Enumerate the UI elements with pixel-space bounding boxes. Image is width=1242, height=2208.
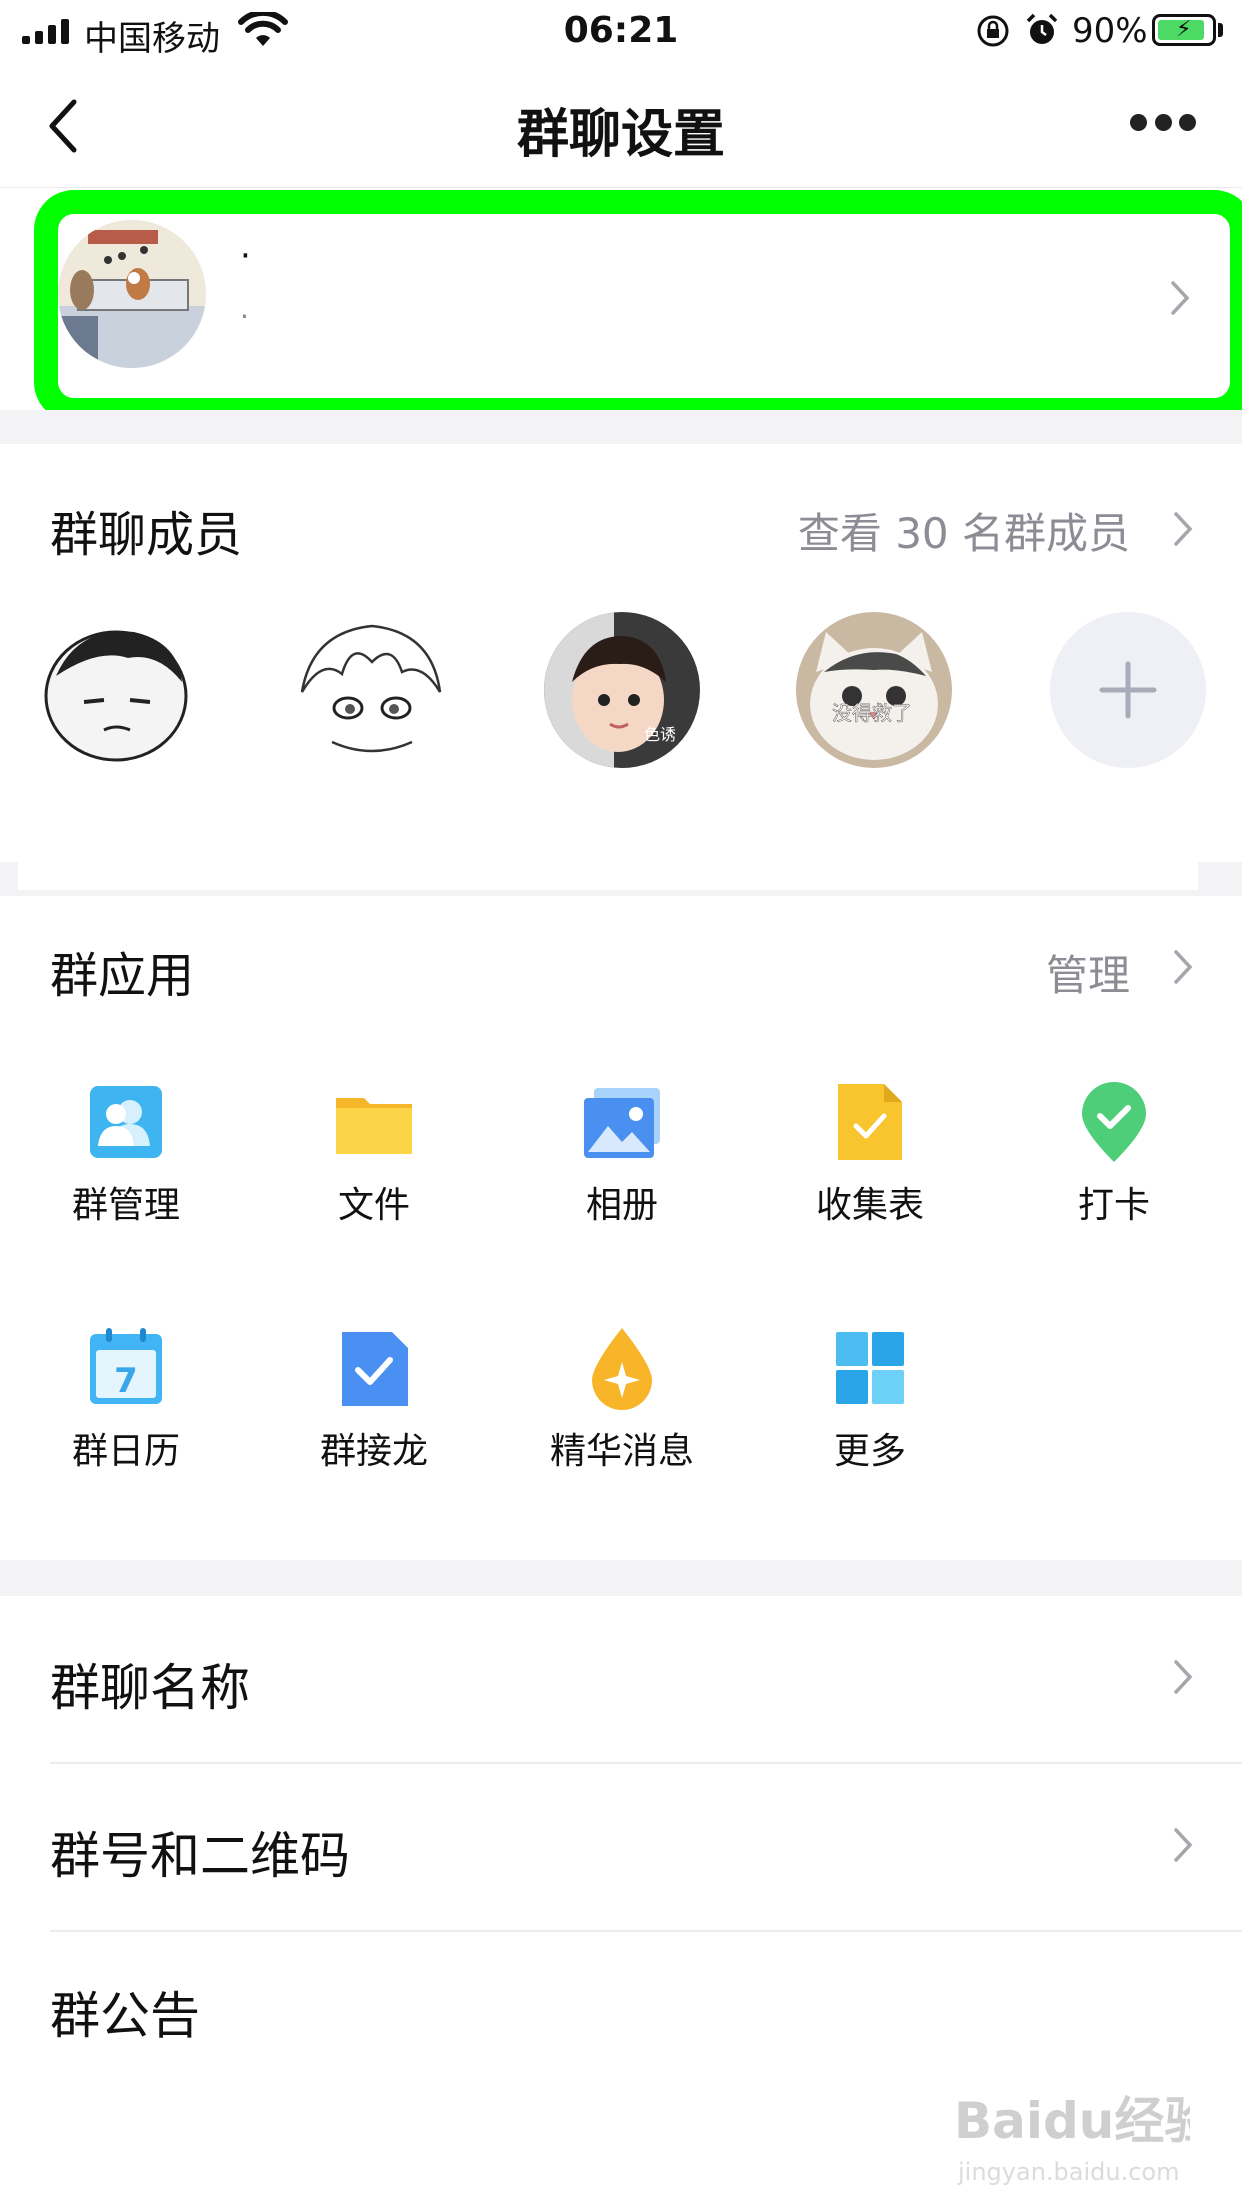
calendar-day: 7 <box>114 1361 138 1401</box>
app-label: 群管理 <box>71 1185 180 1226</box>
nav-bar: 群聊设置 <box>0 62 1242 188</box>
plus-icon <box>1099 661 1157 719</box>
app-checkin[interactable]: 打卡 <box>1004 1080 1224 1228</box>
member-avatar[interactable] <box>38 612 194 768</box>
chevron-right-icon <box>1171 281 1190 315</box>
group-subtitle: · <box>240 300 249 333</box>
member-avatar[interactable]: 色诱 <box>544 612 700 768</box>
app-label: 群接龙 <box>319 1431 428 1472</box>
app-label: 收集表 <box>815 1185 924 1226</box>
app-files[interactable]: 文件 <box>264 1080 484 1228</box>
battery-icon: ⚡ <box>1152 14 1216 46</box>
manage-apps-link[interactable]: 管理 <box>1046 942 1130 1003</box>
status-bar: 中国移动 06:21 90% ⚡ <box>0 0 1242 62</box>
group-name-row[interactable]: 群聊名称 <box>0 1596 1242 1764</box>
announcement-row[interactable]: 群公告 <box>0 1924 1242 2092</box>
more-apps-icon <box>828 1326 912 1410</box>
app-label: 更多 <box>833 1431 906 1472</box>
avatar-caption: 色诱 <box>644 725 676 744</box>
album-icon <box>580 1080 664 1164</box>
avatar-caption: 没得救了 <box>832 701 912 725</box>
rotation-lock-icon <box>977 15 1009 47</box>
app-label: 精华消息 <box>549 1431 694 1472</box>
chevron-right-icon <box>1174 1828 1193 1862</box>
app-label: 打卡 <box>1077 1185 1150 1226</box>
app-collect-form[interactable]: 收集表 <box>760 1080 980 1228</box>
chain-icon <box>332 1326 416 1410</box>
member-avatar[interactable]: 没得救了 <box>796 612 952 768</box>
row-label: 群聊名称 <box>50 1659 250 1717</box>
row-label: 群公告 <box>50 1987 200 2045</box>
member-avatar[interactable] <box>292 612 448 768</box>
chevron-right-icon <box>1174 512 1193 546</box>
row-label: 群号和二维码 <box>50 1827 350 1885</box>
folder-icon <box>332 1080 416 1164</box>
group-avatar <box>58 220 206 368</box>
alarm-icon <box>1026 13 1058 44</box>
app-more[interactable]: 更多 <box>760 1326 980 1474</box>
group-qr-row[interactable]: 群号和二维码 <box>0 1764 1242 1932</box>
add-member-button[interactable] <box>1050 612 1206 768</box>
section-gap <box>0 1560 1242 1596</box>
chevron-right-icon <box>1174 950 1193 984</box>
app-essence[interactable]: 精华消息 <box>512 1326 732 1474</box>
app-group-manage[interactable]: 群管理 <box>16 1080 236 1228</box>
app-chain[interactable]: 群接龙 <box>264 1326 484 1474</box>
group-name: · <box>240 236 251 276</box>
apps-title: 群应用 <box>50 948 195 1004</box>
watermark-brand: Baidu经验 <box>954 2092 1190 2150</box>
checkin-icon <box>1072 1080 1156 1164</box>
page-title: 群聊设置 <box>516 105 725 165</box>
members-title: 群聊成员 <box>50 507 243 563</box>
view-all-members-link[interactable]: 查看 30 名群成员 <box>798 500 1130 561</box>
more-icon[interactable] <box>1130 114 1196 134</box>
watermark-url: jingyan.baidu.com <box>958 2158 1180 2186</box>
group-manage-icon <box>84 1080 168 1164</box>
calendar-icon: 7 <box>84 1326 168 1410</box>
app-label: 文件 <box>337 1185 410 1226</box>
app-calendar[interactable]: 7 群日历 <box>16 1326 236 1474</box>
app-label: 相册 <box>585 1185 658 1226</box>
battery-percent: 90% <box>1072 11 1148 51</box>
app-label: 群日历 <box>71 1431 180 1472</box>
section-gap <box>0 410 1242 444</box>
essence-icon <box>580 1326 664 1410</box>
chevron-right-icon <box>1174 1660 1193 1694</box>
form-icon <box>828 1080 912 1164</box>
app-album[interactable]: 相册 <box>512 1080 732 1228</box>
group-info-card[interactable]: · · <box>0 190 1242 410</box>
watermark: Baidu经验 jingyan.baidu.com <box>950 2080 1214 2190</box>
